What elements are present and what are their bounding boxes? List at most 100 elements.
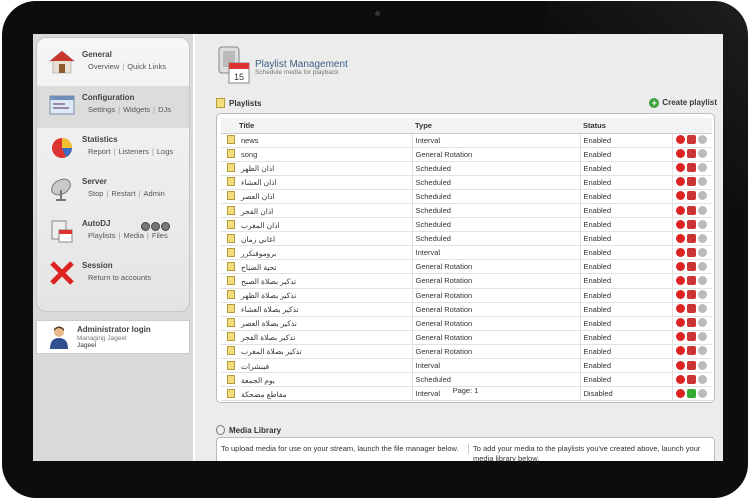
disable-icon[interactable]	[686, 233, 696, 243]
playlist-title-cell[interactable]: اذان الظهر	[221, 161, 413, 176]
nav-item-server[interactable]: Server Stop | Restart | Admin	[37, 170, 189, 212]
delete-icon[interactable]	[675, 360, 685, 370]
table-row[interactable]: فينشرات Interval Enabled	[221, 358, 712, 374]
table-row[interactable]: اغاني زمان Scheduled Enabled	[221, 231, 712, 247]
disable-icon[interactable]	[686, 163, 696, 173]
playlist-title-cell[interactable]: تذكير بصلاة الصبح	[221, 273, 413, 289]
settings-icon[interactable]	[697, 290, 707, 300]
playlist-title-cell[interactable]: بروموفنكرر	[221, 245, 413, 261]
column-status-header[interactable]: Status	[580, 118, 672, 134]
table-row[interactable]: اذان المغرب Scheduled Enabled	[221, 217, 712, 233]
disable-icon[interactable]	[686, 261, 696, 271]
settings-icon[interactable]	[697, 261, 707, 271]
table-row[interactable]: اذان العشاء Scheduled Enabled	[221, 175, 712, 190]
table-row[interactable]: تذكير بصلاة العصر General Rotation Enabled	[221, 316, 712, 331]
playlist-title-cell[interactable]: يوم الجمعة	[221, 372, 413, 388]
delete-icon[interactable]	[675, 346, 685, 356]
table-row[interactable]: بروموفنكرر Interval Enabled	[221, 245, 712, 261]
disable-icon[interactable]	[686, 318, 696, 328]
nav-item-session[interactable]: Session Return to accounts	[37, 254, 189, 296]
link-files[interactable]: Files	[152, 231, 168, 240]
settings-icon[interactable]	[697, 219, 707, 229]
disable-icon[interactable]	[686, 191, 696, 201]
playlist-title-cell[interactable]: اذان العصر	[221, 189, 413, 204]
delete-icon[interactable]	[675, 261, 685, 271]
playlist-title-cell[interactable]: اذان العشاء	[221, 175, 413, 190]
settings-icon[interactable]	[697, 374, 707, 384]
settings-icon[interactable]	[697, 318, 707, 328]
table-row[interactable]: تذكير بصلاة الصبح General Rotation Enabled	[221, 273, 712, 289]
settings-icon[interactable]	[697, 205, 707, 215]
column-title-header[interactable]: Title	[221, 118, 412, 134]
playlist-title-cell[interactable]: تذكير بصلاة الظهر	[221, 288, 413, 303]
link-report[interactable]: Report	[88, 147, 111, 156]
disable-icon[interactable]	[686, 247, 696, 257]
table-row[interactable]: تذكير بصلاة الفجر General Rotation Enabled	[221, 330, 712, 345]
delete-icon[interactable]	[675, 135, 685, 145]
disable-icon[interactable]	[686, 219, 696, 229]
settings-icon[interactable]	[697, 332, 707, 342]
settings-icon[interactable]	[697, 360, 707, 370]
table-row[interactable]: اذان الفجر Scheduled Enabled	[221, 203, 712, 219]
delete-icon[interactable]	[675, 191, 685, 201]
link-quick-links[interactable]: Quick Links	[127, 62, 166, 71]
disable-icon[interactable]	[686, 304, 696, 314]
link-djs[interactable]: DJs	[158, 105, 171, 114]
delete-icon[interactable]	[675, 374, 685, 384]
table-row[interactable]: تذكير بصلاة العشاء General Rotation Enable…	[221, 302, 712, 317]
delete-icon[interactable]	[675, 290, 685, 300]
disable-icon[interactable]	[686, 135, 696, 145]
settings-icon[interactable]	[697, 177, 707, 187]
delete-icon[interactable]	[675, 219, 685, 229]
table-row[interactable]: اذان العصر Scheduled Enabled	[221, 189, 712, 204]
playlist-title-cell[interactable]: اغاني زمان	[221, 231, 413, 247]
playlist-title-cell[interactable]: تحية الصباح	[221, 259, 413, 275]
disable-icon[interactable]	[686, 205, 696, 215]
settings-icon[interactable]	[697, 191, 707, 201]
settings-icon[interactable]	[697, 247, 707, 257]
settings-icon[interactable]	[697, 149, 707, 159]
playlist-title-cell[interactable]: song	[221, 147, 413, 162]
table-row[interactable]: يوم الجمعة Scheduled Enabled	[221, 372, 712, 388]
link-restart[interactable]: Restart	[111, 189, 135, 198]
disable-icon[interactable]	[686, 374, 696, 384]
delete-icon[interactable]	[675, 275, 685, 285]
delete-icon[interactable]	[675, 205, 685, 215]
delete-icon[interactable]	[675, 177, 685, 187]
link-logs[interactable]: Logs	[157, 147, 173, 156]
disable-icon[interactable]	[686, 177, 696, 187]
link-return-to-accounts[interactable]: Return to accounts	[88, 273, 151, 282]
link-overview[interactable]: Overview	[88, 62, 119, 71]
nav-item-general[interactable]: General Overview | Quick Links	[37, 43, 189, 85]
nav-item-autodj[interactable]: AutoDJ Playlists | Media | Files	[37, 212, 189, 254]
table-row[interactable]: اذان الظهر Scheduled Enabled	[221, 161, 712, 176]
table-row[interactable]: تحية الصباح General Rotation Enabled	[221, 259, 712, 275]
playlist-title-cell[interactable]: اذان المغرب	[221, 217, 413, 233]
settings-icon[interactable]	[697, 163, 707, 173]
table-row[interactable]: news Interval Enabled	[221, 133, 712, 148]
disable-icon[interactable]	[686, 332, 696, 342]
settings-icon[interactable]	[697, 233, 707, 243]
delete-icon[interactable]	[675, 318, 685, 328]
link-listeners[interactable]: Listeners	[118, 147, 148, 156]
create-playlist-button[interactable]: + Create playlist	[649, 98, 717, 108]
delete-icon[interactable]	[675, 332, 685, 342]
settings-icon[interactable]	[697, 304, 707, 314]
autodj-play-button[interactable]	[151, 222, 160, 231]
autodj-prev-button[interactable]	[141, 222, 150, 231]
playlist-title-cell[interactable]: تذكير بصلاة المغرب	[221, 344, 413, 360]
settings-icon[interactable]	[697, 275, 707, 285]
table-row[interactable]: تذكير بصلاة الظهر General Rotation Enabled	[221, 288, 712, 303]
playlist-title-cell[interactable]: فينشرات	[221, 358, 413, 374]
nav-item-statistics[interactable]: Statistics Report | Listeners | Logs	[37, 128, 189, 170]
playlist-title-cell[interactable]: news	[221, 133, 413, 148]
settings-icon[interactable]	[697, 346, 707, 356]
disable-icon[interactable]	[686, 360, 696, 370]
delete-icon[interactable]	[675, 304, 685, 314]
autodj-next-button[interactable]	[161, 222, 170, 231]
delete-icon[interactable]	[675, 163, 685, 173]
playlist-title-cell[interactable]: تذكير بصلاة الفجر	[221, 330, 413, 345]
delete-icon[interactable]	[675, 149, 685, 159]
disable-icon[interactable]	[686, 290, 696, 300]
playlist-title-cell[interactable]: تذكير بصلاة العصر	[221, 316, 413, 331]
